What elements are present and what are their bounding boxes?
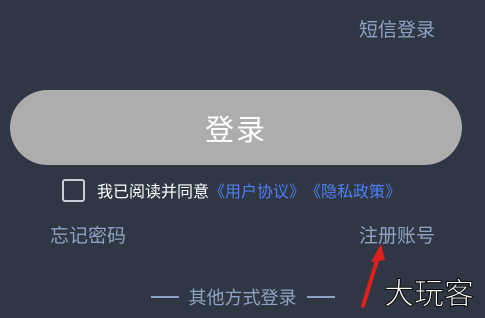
divider-line-left: [150, 296, 179, 298]
agreement-text: 我已阅读并同意: [97, 182, 210, 201]
agreement-checkbox[interactable]: [62, 178, 85, 202]
user-agreement-link[interactable]: 《用户协议》: [209, 178, 305, 202]
forgot-password-link[interactable]: 忘记密码: [50, 221, 126, 248]
divider-line-right: [306, 296, 335, 298]
login-button[interactable]: 登录: [10, 90, 462, 165]
svg-text:大玩客: 大玩客: [384, 277, 474, 310]
sms-login-link[interactable]: 短信登录: [359, 15, 435, 42]
watermark-logo: 大玩客: [384, 277, 475, 311]
agreement-row: 我已阅读并同意 《用户协议》 《隐私政策》: [62, 178, 401, 202]
other-login-label[interactable]: 其他方式登录: [189, 284, 297, 310]
privacy-policy-link[interactable]: 《隐私政策》: [305, 178, 401, 202]
